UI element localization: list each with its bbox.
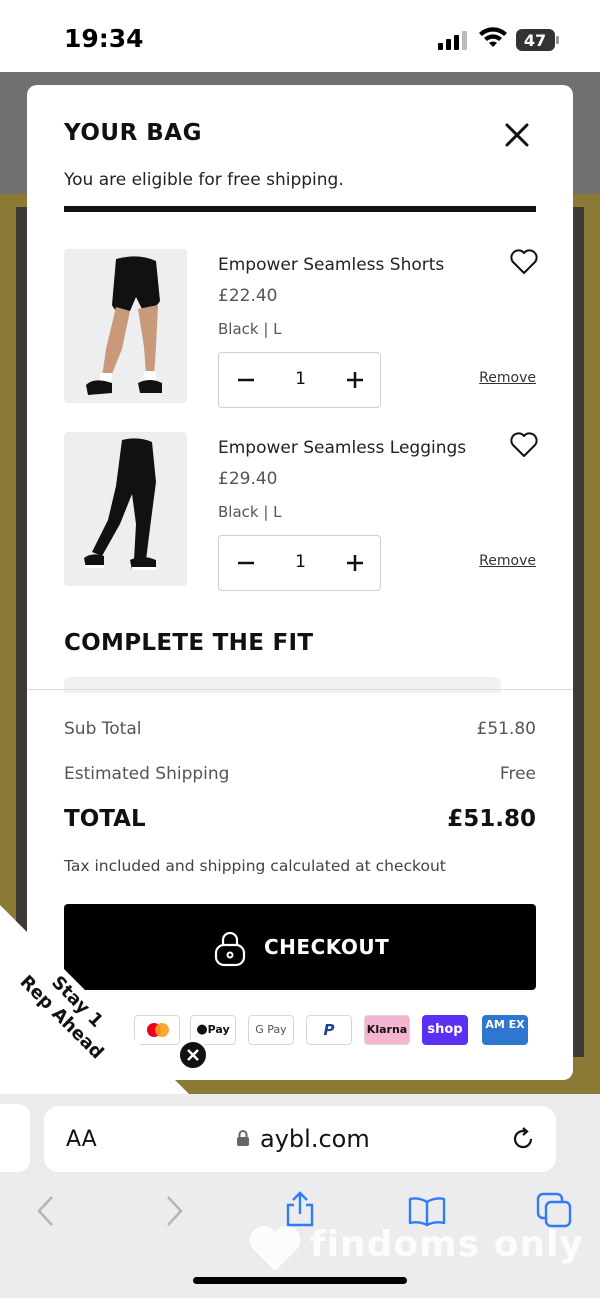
subtotal-row: Sub Total £51.80 <box>64 719 536 739</box>
product-variant: Black | L <box>218 503 282 521</box>
shipping-row: Estimated Shipping Free <box>64 764 536 784</box>
product-image[interactable] <box>64 249 187 403</box>
shipping-label: Estimated Shipping <box>64 764 230 784</box>
status-time: 19:34 <box>64 24 144 53</box>
product-variant: Black | L <box>218 320 282 338</box>
free-shipping-progress-bar <box>64 206 536 212</box>
cart-item: Empower Seamless Shorts £22.40 Black | L… <box>64 249 538 409</box>
product-name[interactable]: Empower Seamless Shorts <box>218 255 444 275</box>
subtotal-label: Sub Total <box>64 719 142 739</box>
checkout-label: CHECKOUT <box>264 935 390 959</box>
close-icon <box>187 1049 199 1061</box>
cart-title: YOUR BAG <box>64 120 202 146</box>
promo-corner-banner[interactable]: Stay 1 Rep Ahead <box>0 905 190 1095</box>
quantity-stepper: 1 <box>218 535 381 591</box>
forward-icon[interactable] <box>164 1194 186 1228</box>
complete-the-fit-heading: COMPLETE THE FIT <box>64 630 314 656</box>
plus-icon[interactable] <box>342 550 368 576</box>
total-row: TOTAL £51.80 <box>64 806 536 832</box>
heart-icon <box>249 1225 301 1271</box>
shipping-value: Free <box>499 764 536 784</box>
back-icon[interactable] <box>34 1194 56 1228</box>
watermark: findoms only <box>246 1218 596 1288</box>
remove-link[interactable]: Remove <box>479 370 536 386</box>
promo-close-button[interactable] <box>178 1040 208 1070</box>
address-bar[interactable]: AA aybl.com <box>44 1106 556 1172</box>
previous-tab-preview[interactable] <box>0 1104 30 1172</box>
cart-item: Empower Seamless Leggings £29.40 Black |… <box>64 432 538 592</box>
quantity-stepper: 1 <box>218 352 381 408</box>
product-price: £29.40 <box>218 469 278 489</box>
klarna-icon: Klarna <box>364 1015 410 1045</box>
total-value: £51.80 <box>447 806 536 832</box>
wifi-icon <box>479 27 507 47</box>
heart-icon[interactable] <box>510 249 538 275</box>
battery-icon: 47 <box>516 29 559 51</box>
close-icon[interactable] <box>503 121 531 149</box>
product-price: £22.40 <box>218 286 278 306</box>
subtotal-value: £51.80 <box>476 719 536 739</box>
tax-note: Tax included and shipping calculated at … <box>64 857 446 875</box>
product-image[interactable] <box>64 432 187 586</box>
lock-icon <box>237 1130 249 1146</box>
paypal-icon: P <box>306 1015 352 1045</box>
free-shipping-message: You are eligible for free shipping. <box>64 170 344 190</box>
summary-divider <box>27 689 573 690</box>
watermark-text: findoms only <box>310 1224 584 1265</box>
shop-pay-icon: shop <box>422 1015 468 1045</box>
lock-icon <box>214 931 246 967</box>
text-size-button[interactable]: AA <box>66 1127 97 1152</box>
heart-icon[interactable] <box>510 432 538 458</box>
remove-link[interactable]: Remove <box>479 553 536 569</box>
url-domain: aybl.com <box>260 1125 370 1153</box>
total-label: TOTAL <box>64 806 146 832</box>
plus-icon[interactable] <box>342 367 368 393</box>
signal-icon <box>438 31 467 50</box>
recommendation-card[interactable] <box>64 677 501 693</box>
amex-icon: AM EX <box>482 1015 528 1045</box>
reload-icon[interactable] <box>510 1126 536 1152</box>
product-name[interactable]: Empower Seamless Leggings <box>218 438 466 458</box>
svg-text:47: 47 <box>524 31 546 50</box>
google-pay-icon: G Pay <box>248 1015 294 1045</box>
status-bar: 19:34 47 <box>0 0 600 72</box>
